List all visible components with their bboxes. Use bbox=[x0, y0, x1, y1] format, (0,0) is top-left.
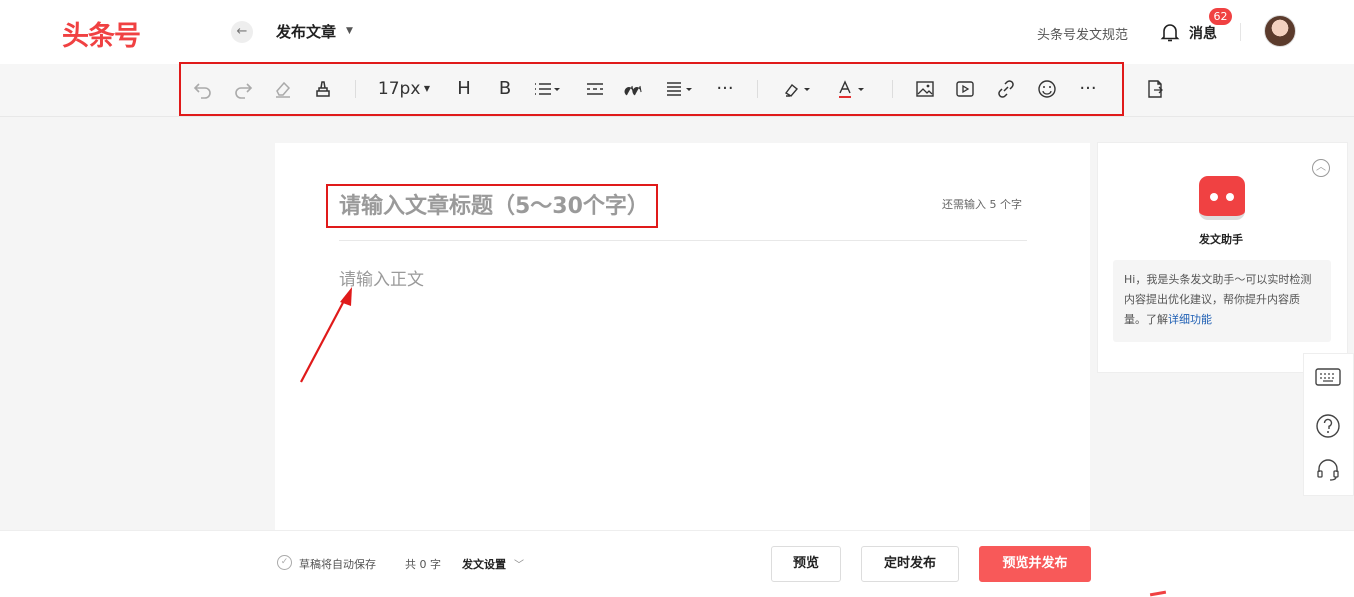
help-icon[interactable] bbox=[1315, 413, 1341, 443]
robot-eye bbox=[1210, 193, 1218, 201]
autosave-status: 草稿将自动保存 bbox=[299, 558, 376, 571]
annotation-arrow bbox=[296, 285, 360, 391]
top-header bbox=[0, 0, 1354, 64]
publish-settings-toggle[interactable]: 发文设置 bbox=[462, 556, 506, 572]
preview-button[interactable]: 预览 bbox=[771, 546, 841, 582]
remaining-chars-hint: 还需输入 5 个字 bbox=[942, 198, 1022, 211]
chevron-down-icon[interactable]: ﹀ bbox=[514, 556, 524, 571]
word-count: 共 0 字 bbox=[405, 558, 441, 571]
assistant-message: Hi，我是头条发文助手～可以实时检测内容提出优化建议，帮你提升内容质量。了解详细… bbox=[1113, 260, 1331, 342]
assistant-avatar bbox=[1199, 176, 1245, 220]
schedule-publish-button[interactable]: 定时发布 bbox=[861, 546, 959, 582]
keyboard-icon[interactable] bbox=[1315, 366, 1341, 392]
robot-eye bbox=[1226, 193, 1234, 201]
messages-label[interactable]: 消息 bbox=[1189, 23, 1217, 43]
toolbar-highlight-frame bbox=[179, 62, 1124, 116]
bottom-action-bar bbox=[0, 530, 1354, 597]
page-title[interactable]: 发布文章 bbox=[276, 21, 336, 42]
import-doc-icon[interactable] bbox=[1143, 77, 1167, 101]
check-circle-icon: ✓ bbox=[277, 555, 292, 570]
header-divider bbox=[1240, 23, 1241, 41]
assistant-intro: Hi，我是头条发文助手～可以实时检测内容提出优化建议，帮你提升内容质量。了解 bbox=[1124, 273, 1312, 326]
bell-icon[interactable] bbox=[1159, 21, 1181, 47]
logo[interactable]: 头条号 bbox=[62, 14, 141, 53]
preview-and-publish-button[interactable]: 预览并发布 bbox=[979, 546, 1091, 582]
headset-icon[interactable] bbox=[1315, 457, 1341, 487]
collapse-icon[interactable]: ︿ bbox=[1312, 159, 1330, 177]
back-icon[interactable]: ← bbox=[231, 21, 253, 43]
assistant-more-link[interactable]: 详细功能 bbox=[1168, 313, 1212, 326]
chevron-down-icon[interactable]: ▼ bbox=[346, 26, 353, 36]
assistant-name: 发文助手 bbox=[1199, 233, 1243, 246]
publishing-rules-link[interactable]: 头条号发文规范 bbox=[1037, 24, 1128, 43]
messages-badge: 62 bbox=[1209, 8, 1232, 25]
title-divider bbox=[339, 240, 1027, 241]
title-highlight-frame bbox=[326, 184, 658, 228]
avatar[interactable] bbox=[1264, 15, 1296, 47]
